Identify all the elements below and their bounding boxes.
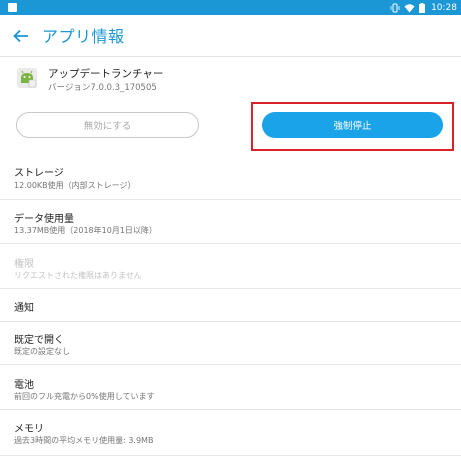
app-header: アップデートランチャー バージョン7.0.0.3_170505 [0,58,461,102]
arrow-left-icon[interactable] [10,25,32,47]
vibrate-icon [390,3,400,13]
setting-summary: 13.37MB使用（2018年10月1日以降） [14,226,157,235]
setting-notifications[interactable]: 通知 [0,289,461,322]
setting-permissions: 権限 リクエストされた権限はありません [0,244,461,289]
setting-open-by-default[interactable]: 既定で開く 既定の設定なし [0,322,461,365]
setting-title: データ使用量 [14,214,74,225]
setting-summary: 過去3時間の平均メモリ使用量: 3.9MB [14,436,154,445]
setting-summary: 12.00KB使用（内部ストレージ） [14,181,136,190]
setting-title: 権限 [14,259,34,270]
force-stop-button[interactable]: 強制停止 [262,112,443,138]
setting-battery[interactable]: 電池 前回のフル充電から0%使用しています [0,365,461,410]
setting-title: 通知 [14,303,34,314]
app-name: アップデートランチャー [48,68,164,80]
notification-icon [8,3,17,12]
wifi-icon [404,3,415,13]
setting-summary: 既定の設定なし [14,347,70,356]
app-version: バージョン7.0.0.3_170505 [48,83,157,93]
setting-title: メモリ [14,424,44,435]
setting-title: ストレージ [14,168,64,179]
setting-summary: 前回のフル充電から0%使用しています [14,392,155,401]
battery-icon [419,2,426,13]
setting-data-usage[interactable]: データ使用量 13.37MB使用（2018年10月1日以降） [0,200,461,244]
page-title: アプリ情報 [42,27,125,46]
setting-storage[interactable]: ストレージ 12.00KB使用（内部ストレージ） [0,152,461,200]
android-app-icon [16,67,38,89]
status-time: 10:28 [431,2,457,13]
setting-summary: リクエストされた権限はありません [14,271,142,280]
setting-memory[interactable]: メモリ 過去3時間の平均メモリ使用量: 3.9MB [0,410,461,456]
status-icons: 10:28 [390,0,457,15]
app-bar: アプリ情報 [0,15,461,57]
setting-title: 電池 [14,380,34,391]
disable-button[interactable]: 無効にする [16,112,199,138]
status-bar: 10:28 [0,0,461,15]
setting-title: 既定で開く [14,335,64,346]
